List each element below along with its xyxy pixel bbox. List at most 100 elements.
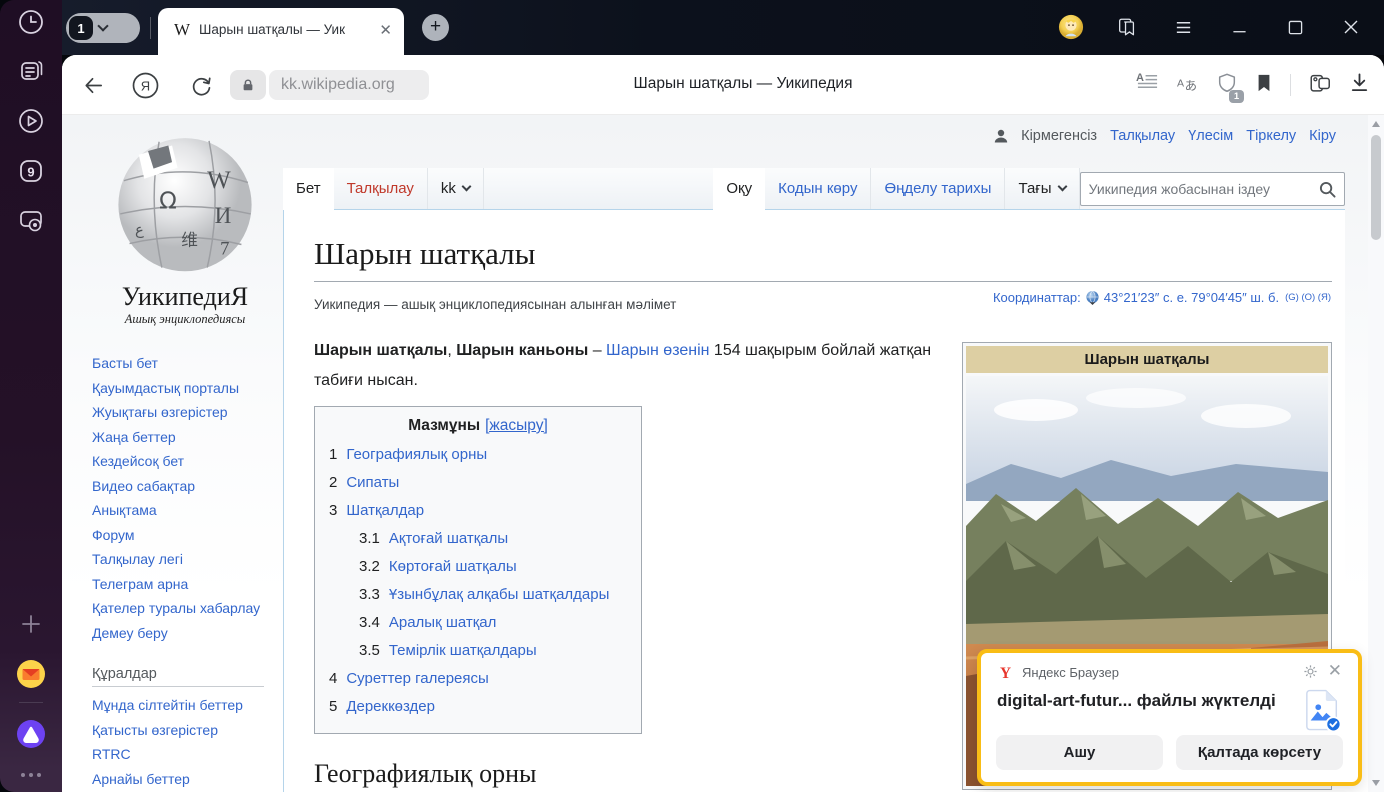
show-in-folder-button[interactable]: Қалтада көрсету — [1176, 735, 1343, 770]
add-panel-icon[interactable] — [16, 609, 46, 639]
divider — [150, 17, 151, 39]
translate-icon[interactable]: Aあ — [1176, 71, 1199, 99]
coordinates-refs[interactable]: (G) (O) (Я) — [1285, 292, 1331, 303]
toc-link[interactable]: Географиялық орны — [346, 441, 487, 469]
scrollbar-thumb[interactable] — [1371, 135, 1381, 240]
notification-close-icon[interactable]: ✕ — [1328, 661, 1342, 681]
scroll-up-icon[interactable] — [1372, 121, 1380, 127]
url-text[interactable]: kk.wikipedia.org — [269, 70, 429, 100]
sidebar-link[interactable]: Видео сабақтар — [92, 474, 270, 499]
tools-link[interactable]: RTRC — [92, 742, 270, 767]
tab-close-icon[interactable]: ✕ — [379, 21, 392, 39]
namespace-tab[interactable]: Талқылау — [334, 168, 428, 210]
coordinates-value[interactable]: 43°21′23″ с. е. 79°04′45″ ш. б. — [1104, 290, 1279, 305]
lock-icon[interactable] — [230, 70, 266, 100]
divider — [19, 702, 43, 703]
menu-icon[interactable] — [1168, 12, 1198, 42]
screenshot-icon[interactable] — [16, 206, 46, 236]
toc-link[interactable]: Шатқалдар — [346, 497, 424, 525]
personal-link[interactable]: Тіркелу — [1246, 128, 1296, 144]
svg-text:И: И — [215, 203, 232, 229]
namespace-tab[interactable]: kk — [428, 168, 484, 210]
chevron-down-icon — [97, 20, 108, 31]
toc-hide-toggle[interactable]: [жасыру] — [485, 417, 548, 434]
coordinates-label[interactable]: Координаттар: — [993, 290, 1081, 305]
toc-link[interactable]: Аралық шатқал — [389, 609, 497, 637]
toc-link[interactable]: Сипаты — [346, 469, 399, 497]
toc-link[interactable]: Ұзынбұлақ алқабы шатқалдары — [389, 581, 610, 609]
sidebar-link[interactable]: Қауымдастық порталы — [92, 376, 270, 401]
page-scrollbar[interactable] — [1368, 115, 1384, 792]
yandex-mail-icon[interactable] — [16, 659, 46, 689]
more-icon[interactable] — [16, 760, 46, 790]
toolbar-page-title: Шарын шатқалы — Уикипедия — [502, 75, 984, 93]
toc-link[interactable]: Суреттер галереясы — [346, 665, 488, 693]
sidebar-link[interactable]: Анықтама — [92, 498, 270, 523]
wikipedia-logo[interactable]: W Ω И 维 7 ع УикипедиЯ Ашық энциклопедияс… — [96, 127, 274, 327]
address-bar[interactable]: kk.wikipedia.org — [230, 70, 429, 100]
personal-link[interactable]: Үлесім — [1188, 128, 1233, 144]
active-tab[interactable]: W Шарын шатқалы — Уик ✕ — [158, 8, 404, 55]
new-tab-button[interactable]: + — [422, 14, 449, 41]
profile-avatar[interactable] — [1056, 12, 1086, 42]
bookmark-icon[interactable] — [1255, 73, 1273, 98]
yandex-services-icon[interactable]: Я — [132, 72, 159, 99]
sidebar-link[interactable]: Демеу беру — [92, 621, 270, 646]
sidebar-link[interactable]: Кездейсоқ бет — [92, 449, 270, 474]
downloads-icon[interactable] — [1349, 72, 1370, 98]
sidebar-link[interactable]: Қателер туралы хабарлау — [92, 596, 270, 621]
search-input[interactable] — [1089, 181, 1319, 197]
view-tab[interactable]: Өңделу тарихы — [871, 168, 1005, 210]
personal-link[interactable]: Талқылау — [1110, 128, 1175, 144]
view-tab[interactable]: Кодын көру — [765, 168, 871, 210]
tools-link[interactable]: Мұнда сілтейтін беттер — [92, 693, 270, 718]
browser-content: Я kk.wikipedia.org Шарын шатқалы — Уикип… — [62, 55, 1384, 792]
toc-link[interactable]: Көртоғай шатқалы — [389, 553, 517, 581]
divider — [283, 209, 1345, 210]
shield-badge: 1 — [1229, 90, 1244, 103]
tools-link[interactable]: Қатысты өзгерістер — [92, 718, 270, 743]
notification-settings-icon[interactable] — [1303, 664, 1318, 684]
tools-link[interactable]: Арнайы беттер — [92, 767, 270, 792]
sidebar-link[interactable]: Жуықтағы өзгерістер — [92, 400, 270, 425]
sidebar-link[interactable]: Басты бет — [92, 351, 270, 376]
toc-link[interactable]: Ақтоғай шатқалы — [389, 525, 508, 553]
personal-link[interactable]: Кіру — [1309, 128, 1336, 144]
refresh-icon[interactable] — [188, 72, 215, 99]
minimize-button[interactable] — [1224, 12, 1254, 42]
toc-link[interactable]: Темірлік шатқалдары — [389, 637, 537, 665]
scroll-down-icon[interactable] — [1372, 780, 1380, 786]
section-heading: Географиялық орны — [314, 759, 536, 789]
sidebar-link[interactable]: Талқылау легі — [92, 547, 270, 572]
alice-assistant-icon[interactable] — [16, 719, 46, 749]
open-file-button[interactable]: Ашу — [996, 735, 1163, 770]
view-tab[interactable]: Оқу — [713, 168, 765, 210]
tabs-counter[interactable]: 9 — [16, 156, 46, 186]
search-icon[interactable] — [1319, 181, 1336, 198]
wiki-search-box[interactable] — [1080, 172, 1345, 206]
feed-icon[interactable] — [16, 56, 46, 86]
globe-icon[interactable] — [1085, 290, 1100, 305]
reader-mode-icon[interactable]: A — [1136, 71, 1159, 99]
video-icon[interactable] — [16, 106, 46, 136]
protect-shield-icon[interactable]: 1 — [1216, 72, 1238, 99]
sidebar-link[interactable]: Жаңа беттер — [92, 425, 270, 450]
view-tab[interactable]: Тағы — [1005, 168, 1079, 210]
toc-heading: Мазмұны — [408, 417, 480, 434]
download-message: digital-art-futur... файлы жүктелді — [997, 691, 1276, 711]
sidebar-link[interactable]: Форум — [92, 523, 270, 548]
downloaded-file-icon[interactable] — [1304, 689, 1342, 738]
download-notification: Y Яндекс Браузер ✕ digital-art-futur... … — [977, 649, 1362, 786]
collections-icon[interactable] — [1308, 71, 1332, 100]
back-icon[interactable] — [80, 72, 107, 99]
sidebar-link[interactable]: Телеграм арна — [92, 572, 270, 597]
toc-link[interactable]: Дереккөздер — [346, 693, 435, 721]
side-panels-icon[interactable] — [1112, 12, 1142, 42]
maximize-button[interactable] — [1280, 12, 1310, 42]
history-icon[interactable] — [16, 7, 46, 37]
intro-link[interactable]: Шарын өзенін — [606, 342, 709, 359]
close-button[interactable] — [1336, 12, 1366, 42]
namespace-tab[interactable]: Бет — [283, 168, 334, 210]
svg-text:Ω: Ω — [159, 188, 177, 214]
tab-group-button[interactable]: 1 — [66, 13, 140, 43]
